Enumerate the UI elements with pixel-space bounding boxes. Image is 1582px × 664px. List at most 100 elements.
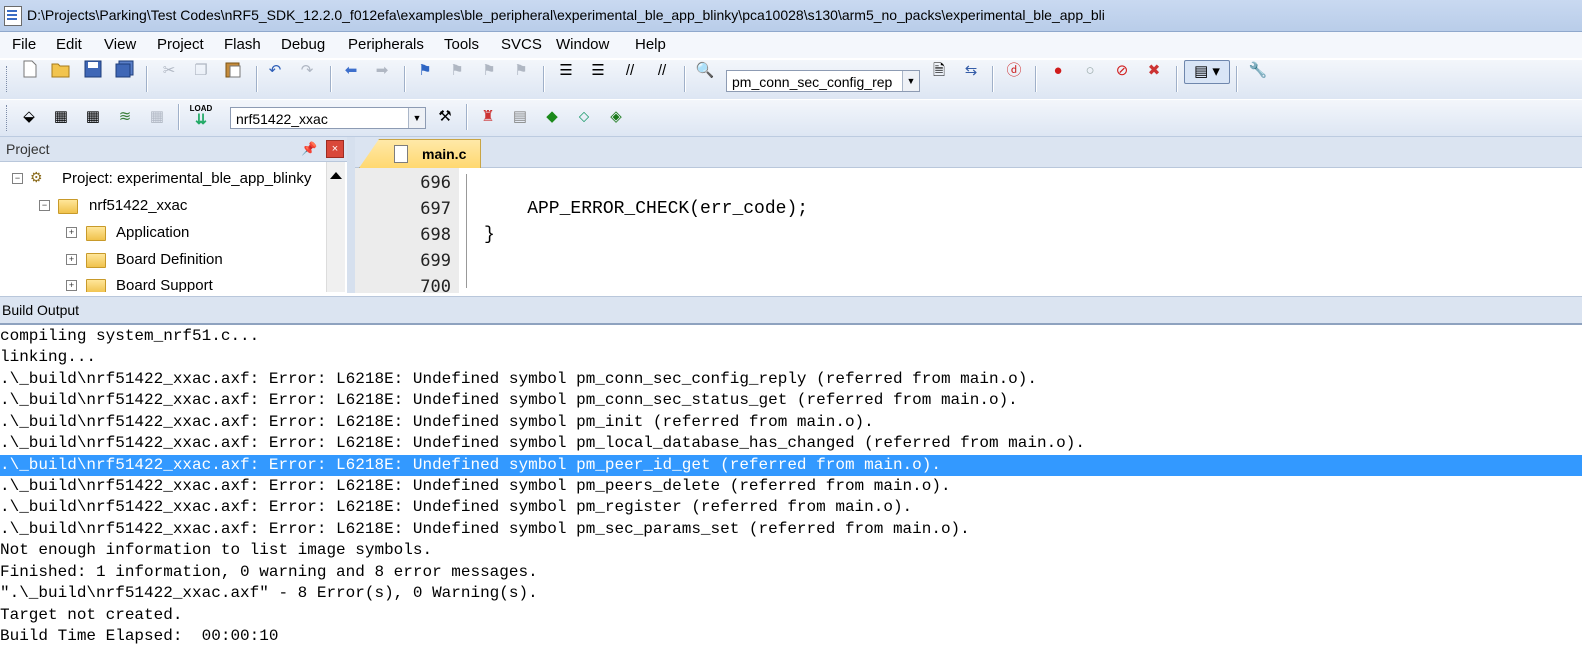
- menu-view[interactable]: View: [104, 36, 136, 53]
- toolbar-grip[interactable]: [6, 105, 10, 131]
- pin-icon[interactable]: 📌: [301, 141, 317, 157]
- configure-icon[interactable]: 🔧: [1247, 60, 1269, 82]
- folder-icon: [86, 279, 106, 292]
- scroll-up-icon[interactable]: [330, 172, 342, 179]
- find-icon[interactable]: 🗎: [928, 60, 950, 82]
- disable-breakpoint-icon[interactable]: ○: [1079, 60, 1101, 82]
- menu-edit[interactable]: Edit: [56, 36, 82, 53]
- copy-icon[interactable]: ❐: [190, 60, 212, 82]
- uncomment-icon[interactable]: //: [651, 60, 673, 82]
- kill-all-breakpoints-icon[interactable]: ✖: [1143, 60, 1165, 82]
- menu-window[interactable]: Window: [556, 36, 609, 53]
- expand-icon[interactable]: +: [66, 227, 77, 238]
- output-line[interactable]: Not enough information to list image sym…: [0, 540, 1582, 561]
- chevron-down-icon[interactable]: ▼: [902, 71, 919, 91]
- bookmark-icon[interactable]: ⚑: [414, 60, 436, 82]
- save-icon[interactable]: [82, 60, 104, 82]
- manage-project-items-icon[interactable]: ♜: [477, 106, 499, 128]
- tree-item-application[interactable]: + Application: [0, 221, 326, 245]
- build-icon[interactable]: ▦: [50, 106, 72, 128]
- batch-build-icon[interactable]: ≋: [114, 106, 136, 128]
- collapse-icon[interactable]: −: [39, 200, 50, 211]
- next-bookmark-icon[interactable]: ⚑: [478, 60, 500, 82]
- open-folder-icon[interactable]: [50, 60, 72, 82]
- close-icon[interactable]: ×: [326, 140, 344, 158]
- tree-item-target[interactable]: − nrf51422_xxac: [0, 194, 326, 218]
- rte-icon[interactable]: ◈: [605, 106, 627, 128]
- cut-icon[interactable]: ✂: [158, 60, 180, 82]
- find-combobox[interactable]: pm_conn_sec_config_rep ▼: [726, 70, 920, 92]
- fold-guide: [466, 174, 467, 288]
- manage-run-time-environment-icon[interactable]: ◆: [541, 106, 563, 128]
- debug-session-icon[interactable]: ⓓ: [1003, 60, 1025, 82]
- output-line[interactable]: linking...: [0, 347, 1582, 368]
- comment-icon[interactable]: //: [619, 60, 641, 82]
- load-button[interactable]: LOAD ⇊: [188, 104, 214, 130]
- line-number: 697: [420, 199, 451, 219]
- code-line: }: [484, 225, 495, 245]
- undo-icon[interactable]: ↶: [264, 60, 286, 82]
- output-line[interactable]: Target not created.: [0, 605, 1582, 626]
- clear-bookmarks-icon[interactable]: ⚑: [510, 60, 532, 82]
- project-tree-scrollbar[interactable]: [326, 162, 345, 292]
- incremental-find-icon[interactable]: ⇆: [960, 60, 982, 82]
- build-output-panel[interactable]: compiling system_nrf51.c... linking... .…: [0, 325, 1582, 664]
- options-for-target-icon[interactable]: ⚒: [434, 106, 456, 128]
- menu-file[interactable]: File: [12, 36, 36, 53]
- output-line[interactable]: .\_build\nrf51422_xxac.axf: Error: L6218…: [0, 433, 1582, 454]
- output-line[interactable]: Finished: 1 information, 0 warning and 8…: [0, 562, 1582, 583]
- save-all-icon[interactable]: [114, 60, 136, 82]
- chevron-down-icon[interactable]: ▼: [408, 108, 425, 128]
- new-file-icon[interactable]: [19, 60, 41, 82]
- output-line[interactable]: .\_build\nrf51422_xxac.axf: Error: L6218…: [0, 390, 1582, 411]
- output-line[interactable]: compiling system_nrf51.c...: [0, 326, 1582, 347]
- menu-help[interactable]: Help: [635, 36, 666, 53]
- tab-label: main.c: [422, 146, 467, 162]
- output-line[interactable]: .\_build\nrf51422_xxac.axf: Error: L6218…: [0, 412, 1582, 433]
- unindent-icon[interactable]: ☰: [587, 60, 609, 82]
- pack-installer-icon[interactable]: ⬦: [573, 106, 595, 128]
- prev-bookmark-icon[interactable]: ⚑: [446, 60, 468, 82]
- menu-svcs[interactable]: SVCS: [501, 36, 542, 53]
- navigate-back-icon[interactable]: ⬅: [340, 60, 362, 82]
- output-line[interactable]: .\_build\nrf51422_xxac.axf: Error: L6218…: [0, 369, 1582, 390]
- select-packs-icon[interactable]: ▤: [509, 106, 531, 128]
- tree-item-board-definition[interactable]: + Board Definition: [0, 248, 326, 272]
- target-combobox[interactable]: nrf51422_xxac ▼: [230, 107, 426, 129]
- output-line[interactable]: .\_build\nrf51422_xxac.axf: Error: L6218…: [0, 476, 1582, 497]
- tab-main-c[interactable]: main.c: [359, 139, 481, 168]
- breakpoint-icon[interactable]: ●: [1047, 60, 1069, 82]
- project-panel-title: Project: [6, 141, 50, 157]
- redo-icon[interactable]: ↷: [296, 60, 318, 82]
- output-line[interactable]: Build Time Elapsed: 00:00:10: [0, 626, 1582, 647]
- disable-all-breakpoints-icon[interactable]: ⊘: [1111, 60, 1133, 82]
- output-line[interactable]: .\_build\nrf51422_xxac.axf: Error: L6218…: [0, 519, 1582, 540]
- toolbar-grip[interactable]: [6, 66, 10, 92]
- find-in-files-icon[interactable]: 🔍: [694, 60, 716, 82]
- tree-item-board-support[interactable]: + Board Support: [0, 274, 326, 292]
- output-line[interactable]: ".\_build\nrf51422_xxac.axf" - 8 Error(s…: [0, 583, 1582, 604]
- panel-splitter[interactable]: [347, 137, 355, 293]
- rebuild-icon[interactable]: ▦: [82, 106, 104, 128]
- folder-icon: [86, 253, 106, 268]
- code-editor[interactable]: APP_ERROR_CHECK(err_code); }: [459, 168, 1582, 293]
- collapse-icon[interactable]: −: [12, 173, 23, 184]
- output-line[interactable]: .\_build\nrf51422_xxac.axf: Error: L6218…: [0, 497, 1582, 518]
- menu-tools[interactable]: Tools: [444, 36, 479, 53]
- navigate-forward-icon[interactable]: ➡: [371, 60, 393, 82]
- menu-peripherals[interactable]: Peripherals: [348, 36, 424, 53]
- menu-debug[interactable]: Debug: [281, 36, 325, 53]
- indent-icon[interactable]: ☰: [555, 60, 577, 82]
- menu-project[interactable]: Project: [157, 36, 204, 53]
- output-line-selected[interactable]: .\_build\nrf51422_xxac.axf: Error: L6218…: [0, 455, 1582, 476]
- expand-icon[interactable]: +: [66, 280, 77, 291]
- expand-icon[interactable]: +: [66, 254, 77, 265]
- tree-item-project[interactable]: − ⚙ Project: experimental_ble_app_blinky: [0, 167, 326, 191]
- toolbar-file: ✂ ❐ ↶ ↷ ⬅ ➡ ⚑ ⚑ ⚑ ⚑ ☰ ☰ // // 🔍 pm_conn_…: [0, 59, 1582, 100]
- paste-icon[interactable]: [222, 60, 244, 82]
- menu-flash[interactable]: Flash: [224, 36, 261, 53]
- app-icon: [4, 6, 22, 26]
- translate-icon[interactable]: ⬙: [18, 106, 40, 128]
- window-layout-button[interactable]: ▤ ▾: [1184, 60, 1230, 84]
- stop-build-icon[interactable]: ▦: [146, 106, 168, 128]
